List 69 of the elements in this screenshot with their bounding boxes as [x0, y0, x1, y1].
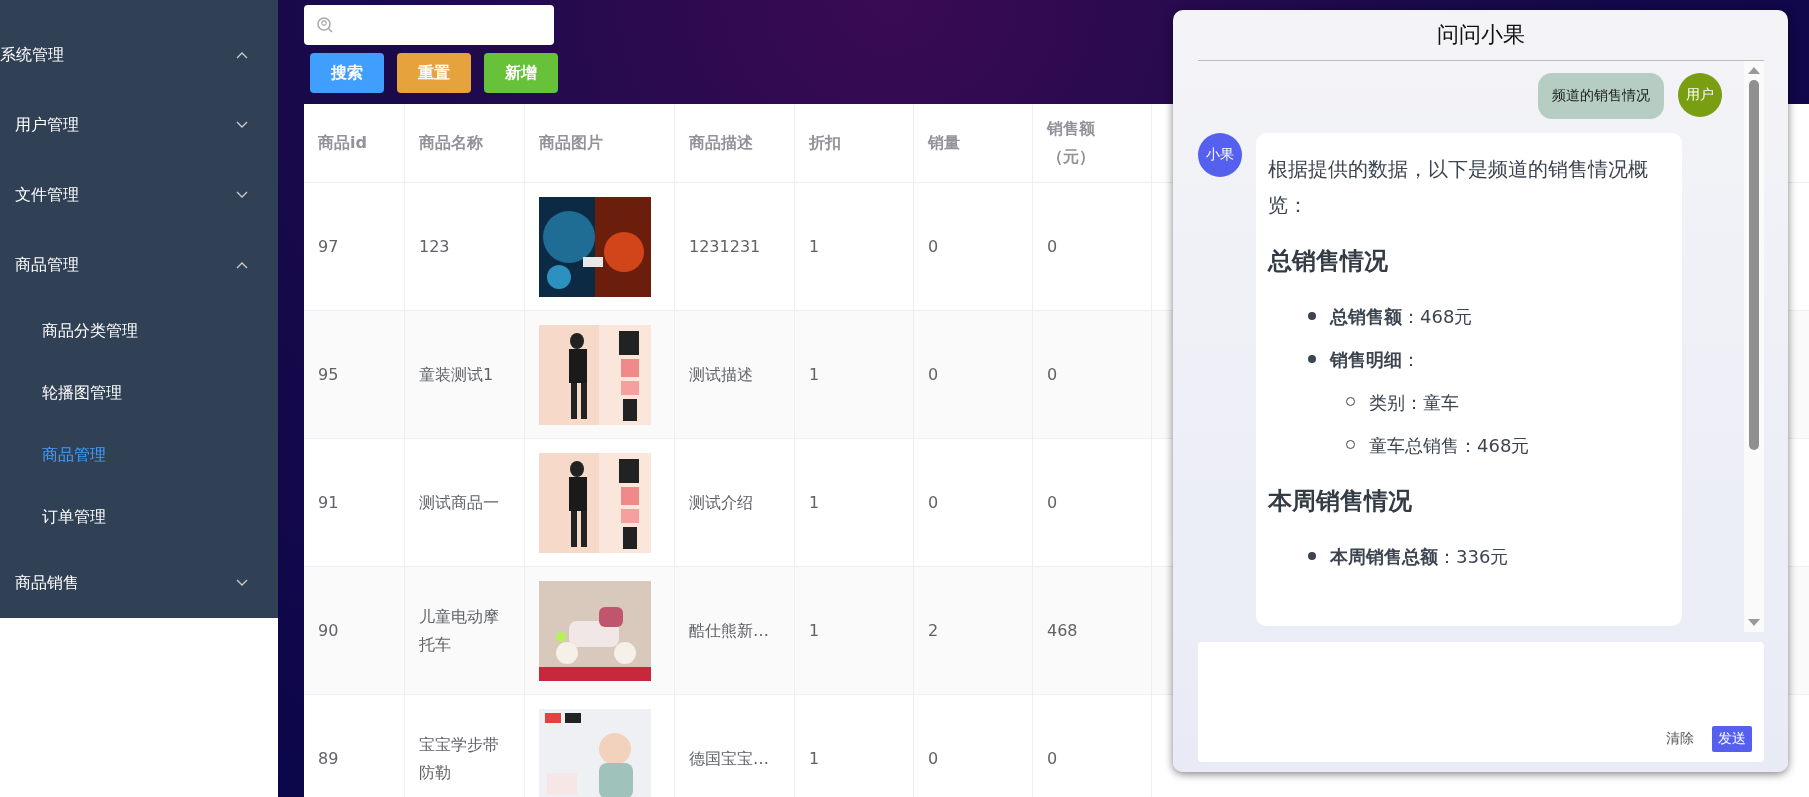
message-heading: 总销售情况: [1268, 246, 1389, 277]
table-cell: 0: [1033, 183, 1152, 311]
user-message: 频道的销售情况: [1538, 73, 1664, 119]
scroll-up-icon[interactable]: [1748, 67, 1760, 74]
message-text: 根据提供的数据，以下是频道的销售情况概览：: [1268, 156, 1649, 219]
list-item-text: 类别：童车: [1369, 391, 1459, 415]
chat-title: 问问小果: [1198, 10, 1764, 61]
table-cell: 2: [914, 567, 1033, 695]
list-item-text: 童车总销售：468元: [1369, 434, 1530, 458]
chat-button[interactable]: 清除: [1660, 726, 1700, 752]
menu-group[interactable]: 商品管理: [0, 230, 278, 300]
table-cell: 468: [1033, 567, 1152, 695]
table-cell: 1: [795, 311, 914, 439]
table-cell: 0: [914, 311, 1033, 439]
menu-group[interactable]: 用户管理: [0, 90, 278, 160]
menu-item[interactable]: 商品分类管理: [0, 300, 278, 362]
table-cell: 1: [795, 183, 914, 311]
table-cell: 0: [914, 183, 1033, 311]
list-item-text: 销售明细：: [1330, 348, 1420, 372]
column-header: 商品名称: [405, 104, 525, 183]
column-header: 商品描述: [675, 104, 795, 183]
menu-item[interactable]: 订单管理: [0, 486, 278, 548]
list-item-text: 本周销售总额：336元: [1330, 545, 1509, 569]
search-icon: [316, 16, 334, 34]
table-cell: 0: [914, 439, 1033, 567]
search-field[interactable]: [304, 5, 554, 45]
table-cell: 测试描述: [675, 311, 795, 439]
column-header: 销售额（元）: [1033, 104, 1152, 183]
chevron-up-icon: [236, 261, 248, 269]
assistant-avatar: 小果: [1198, 133, 1242, 177]
message-heading: 本周销售情况: [1268, 486, 1413, 517]
scroll-down-icon[interactable]: [1748, 619, 1760, 626]
menu-group[interactable]: 文件管理: [0, 160, 278, 230]
chevron-up-icon: [236, 51, 248, 59]
list-item-text: 总销售额：468元: [1330, 305, 1473, 329]
column-header: 商品id: [304, 104, 405, 183]
chevron-down-icon: [236, 191, 248, 199]
menu-item[interactable]: 轮播图管理: [0, 362, 278, 424]
table-cell: 儿童电动摩托车: [405, 567, 525, 695]
column-header: 折扣: [795, 104, 914, 183]
table-cell: 90: [304, 567, 405, 695]
user-avatar: 用户: [1678, 73, 1722, 117]
table-cell: 1: [795, 567, 914, 695]
scrollbar-thumb[interactable]: [1749, 80, 1759, 450]
chat-button[interactable]: 发送: [1712, 726, 1752, 752]
table-cell: 123: [405, 183, 525, 311]
chevron-down-icon: [236, 579, 248, 587]
table-cell: 1: [795, 439, 914, 567]
table-cell: 91: [304, 439, 405, 567]
table-cell: 0: [1033, 439, 1152, 567]
table-cell: 童装测试1: [405, 311, 525, 439]
menu-group[interactable]: 系统管理: [0, 20, 278, 90]
scrollbar[interactable]: [1744, 61, 1764, 632]
message-input[interactable]: 清除 发送: [1198, 642, 1764, 762]
column-header: 商品图片: [525, 104, 675, 183]
bullet-icon: [1308, 312, 1316, 320]
chevron-down-icon: [236, 121, 248, 129]
table-cell: 0: [1033, 311, 1152, 439]
table-cell: 95: [304, 311, 405, 439]
table-cell: 测试介绍: [675, 439, 795, 567]
table-cell: 酷仕熊新…: [675, 567, 795, 695]
bullet-icon: [1308, 552, 1316, 560]
menu-item[interactable]: 商品管理: [0, 424, 278, 486]
menu-group[interactable]: 商品销售: [0, 548, 278, 618]
bullet-icon: [1308, 355, 1316, 363]
table-cell: 1231231: [675, 183, 795, 311]
table-cell: 测试商品一: [405, 439, 525, 567]
table-cell: 97: [304, 183, 405, 311]
column-header: 销量: [914, 104, 1033, 183]
